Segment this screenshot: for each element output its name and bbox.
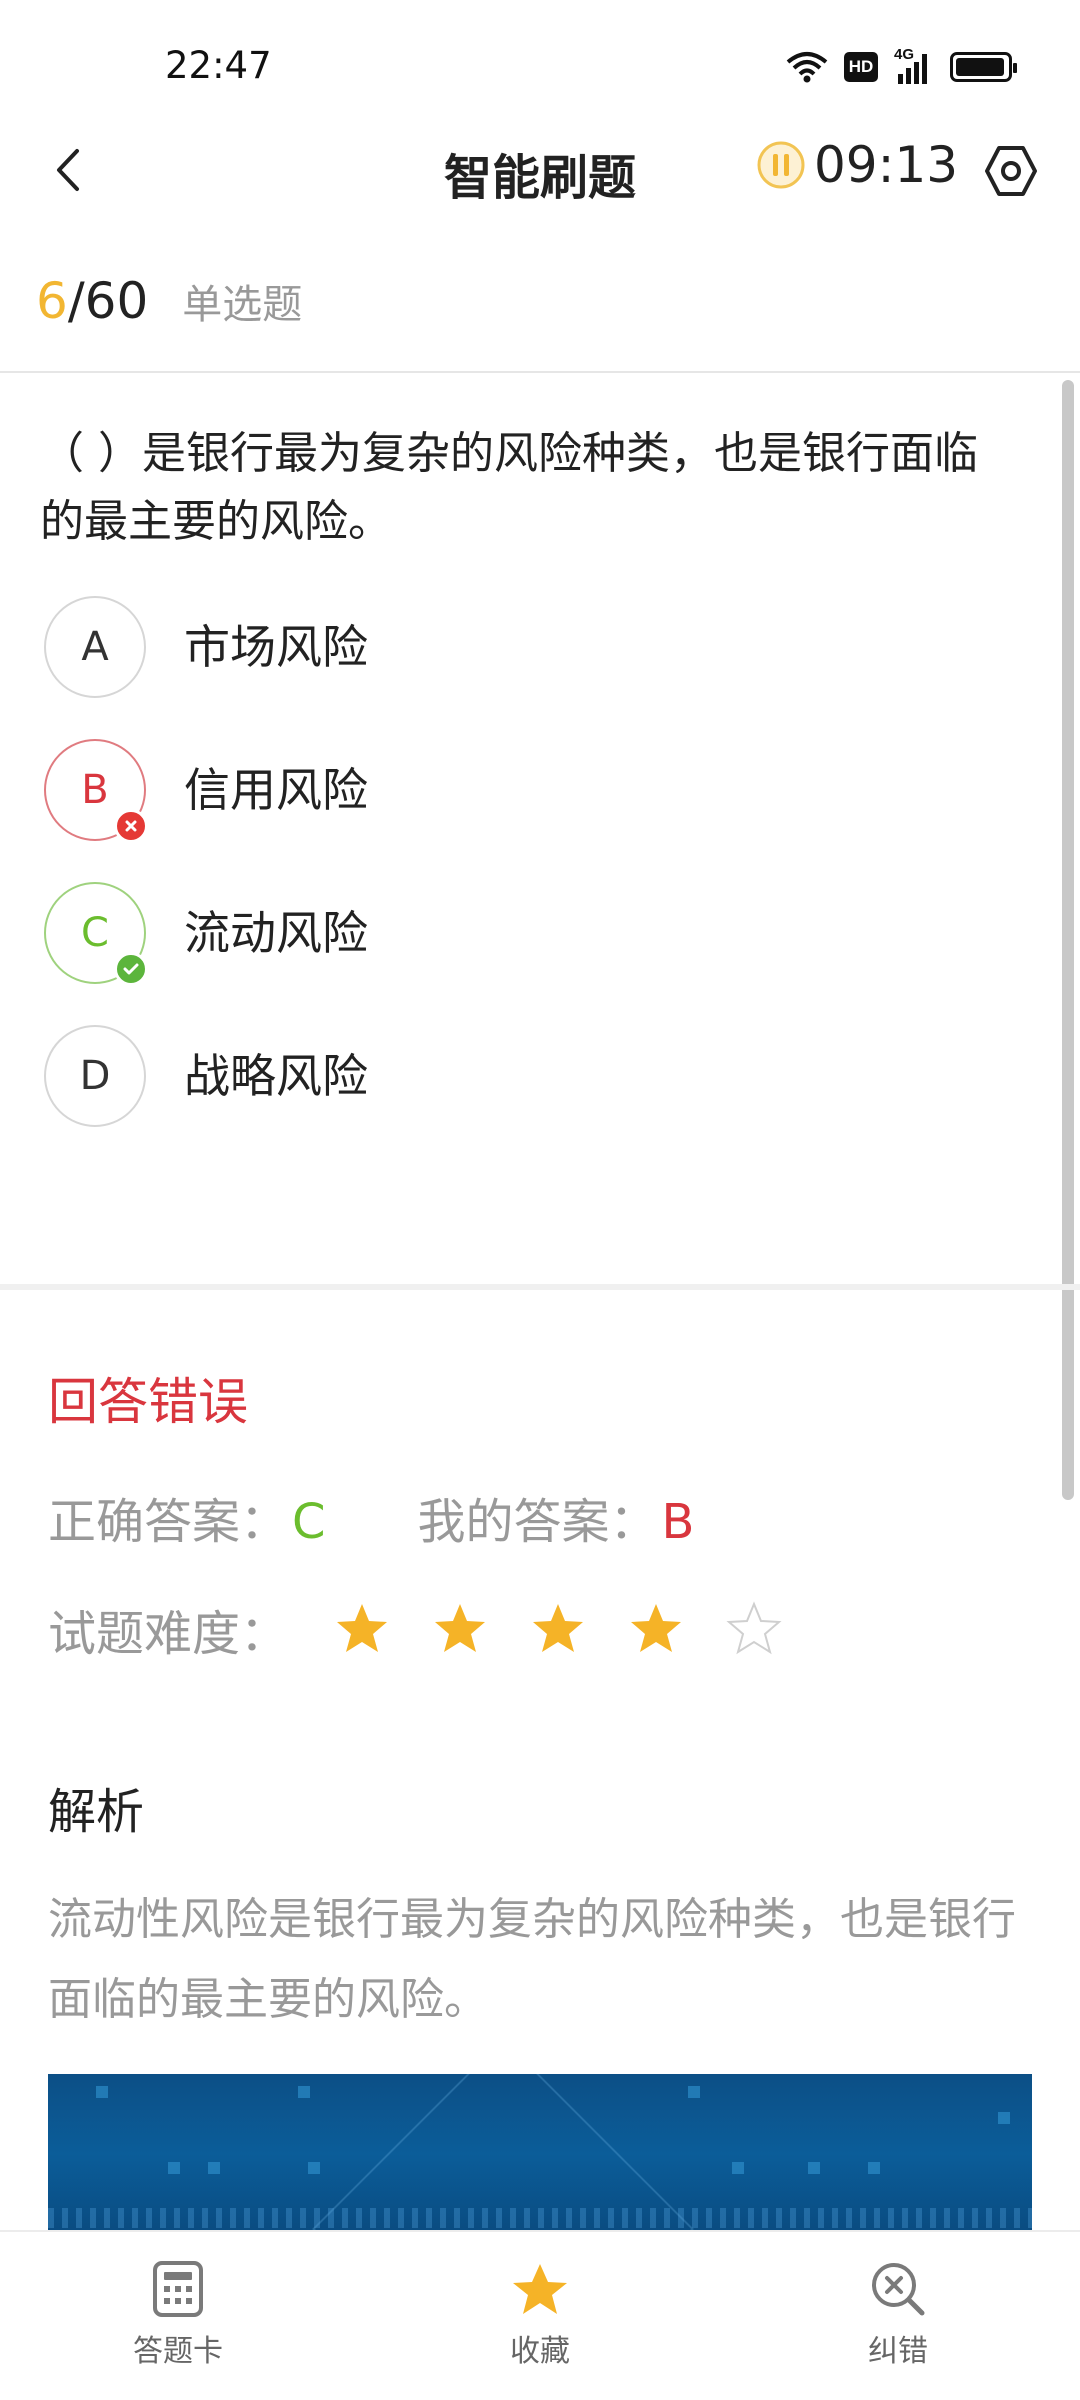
- error-search-icon: [872, 2263, 925, 2316]
- analysis-text: 流动性风险是银行最为复杂的风险种类，也是银行面临的最主要的风险。: [48, 1894, 1016, 2025]
- 4g-signal-icon: 4G: [894, 46, 934, 84]
- question-type: 单选题: [182, 282, 303, 328]
- option-text: 市场风险: [184, 620, 368, 674]
- nav-bar: 智能刷题 09:13: [0, 120, 1080, 220]
- answer-options: A 市场风险 B 信用风险 C 流动风险 D 战略风险: [44, 596, 368, 1168]
- progress-slash: /: [67, 272, 85, 330]
- option-letter-circle: B: [44, 739, 148, 843]
- battery-icon: [950, 52, 1017, 82]
- wrong-mark-icon: [114, 809, 148, 843]
- answer-card-label: 答题卡: [133, 2334, 223, 2369]
- question-text: （ ）是银行最为复杂的风险种类，也是银行面临的最主要的风险。: [40, 428, 978, 547]
- divider: [0, 371, 1080, 373]
- filled-star-icon: [337, 1604, 388, 1652]
- filled-star-icon: [435, 1604, 486, 1652]
- option-letter: A: [81, 624, 109, 670]
- option-letter: D: [79, 1053, 111, 1099]
- answer-card-button[interactable]: 答题卡: [78, 2260, 278, 2370]
- error-report-button[interactable]: 纠错: [798, 2260, 998, 2370]
- difficulty-label: 试题难度：: [48, 1606, 289, 1662]
- filled-star-icon: [631, 1604, 682, 1652]
- difficulty-rating: 试题难度：: [48, 1594, 782, 1664]
- status-time: 22:47: [165, 44, 272, 87]
- option-text: 信用风险: [184, 763, 368, 817]
- star-icon: [513, 2264, 567, 2314]
- question-progress: 6 / 60 单选题: [36, 272, 302, 330]
- option-text: 流动风险: [184, 906, 368, 960]
- status-bar: 22:47 HD 4G: [0, 0, 1080, 130]
- bottom-toolbar: 答题卡 收藏 纠错: [0, 2230, 1080, 2400]
- wifi-icon: [786, 52, 828, 83]
- option-letter: C: [81, 910, 109, 956]
- pause-icon: [757, 141, 805, 189]
- my-answer-value: B: [661, 1494, 695, 1550]
- error-report-label: 纠错: [868, 2334, 928, 2369]
- settings-hexagon-icon: [985, 146, 1037, 196]
- option-letter-circle: A: [44, 596, 146, 698]
- option-d[interactable]: D 战略风险: [44, 1025, 368, 1168]
- total-questions: 60: [84, 272, 149, 330]
- check-mark-icon: [114, 952, 148, 986]
- network-type: 4G: [894, 46, 915, 63]
- option-a[interactable]: A 市场风险: [44, 596, 368, 739]
- my-answer-label: 我的答案：: [417, 1494, 658, 1550]
- difficulty-stars: [334, 1601, 782, 1657]
- settings-button[interactable]: [982, 142, 1040, 200]
- current-question-number: 6: [36, 272, 68, 330]
- analysis-banner-image: [48, 2074, 1032, 2234]
- timer-text: 09:13: [814, 136, 959, 194]
- favorite-button[interactable]: 收藏: [440, 2260, 640, 2370]
- option-letter-circle: D: [44, 1025, 146, 1127]
- option-letter: B: [81, 767, 109, 813]
- option-c[interactable]: C 流动风险: [44, 882, 368, 1025]
- analysis-title: 解析: [48, 1784, 145, 1840]
- option-b[interactable]: B 信用风险: [44, 739, 368, 882]
- scrollbar[interactable]: [1062, 380, 1074, 1500]
- section-divider: [0, 1284, 1080, 1290]
- answer-comparison: 正确答案： C 我的答案： B: [48, 1482, 694, 1552]
- option-text: 战略风险: [184, 1049, 368, 1103]
- favorite-label: 收藏: [510, 2334, 570, 2369]
- status-icons: HD 4G: [786, 46, 1017, 84]
- answer-card-icon: [153, 2261, 203, 2317]
- option-letter-circle: C: [44, 882, 148, 986]
- result-status: 回答错误: [48, 1373, 248, 1431]
- filled-star-icon: [533, 1604, 584, 1652]
- correct-answer-label: 正确答案：: [48, 1494, 289, 1550]
- empty-star-icon: [726, 1601, 782, 1655]
- timer-pause-button[interactable]: 09:13: [756, 136, 958, 194]
- hd-icon: HD: [844, 52, 878, 82]
- correct-answer-value: C: [292, 1494, 326, 1550]
